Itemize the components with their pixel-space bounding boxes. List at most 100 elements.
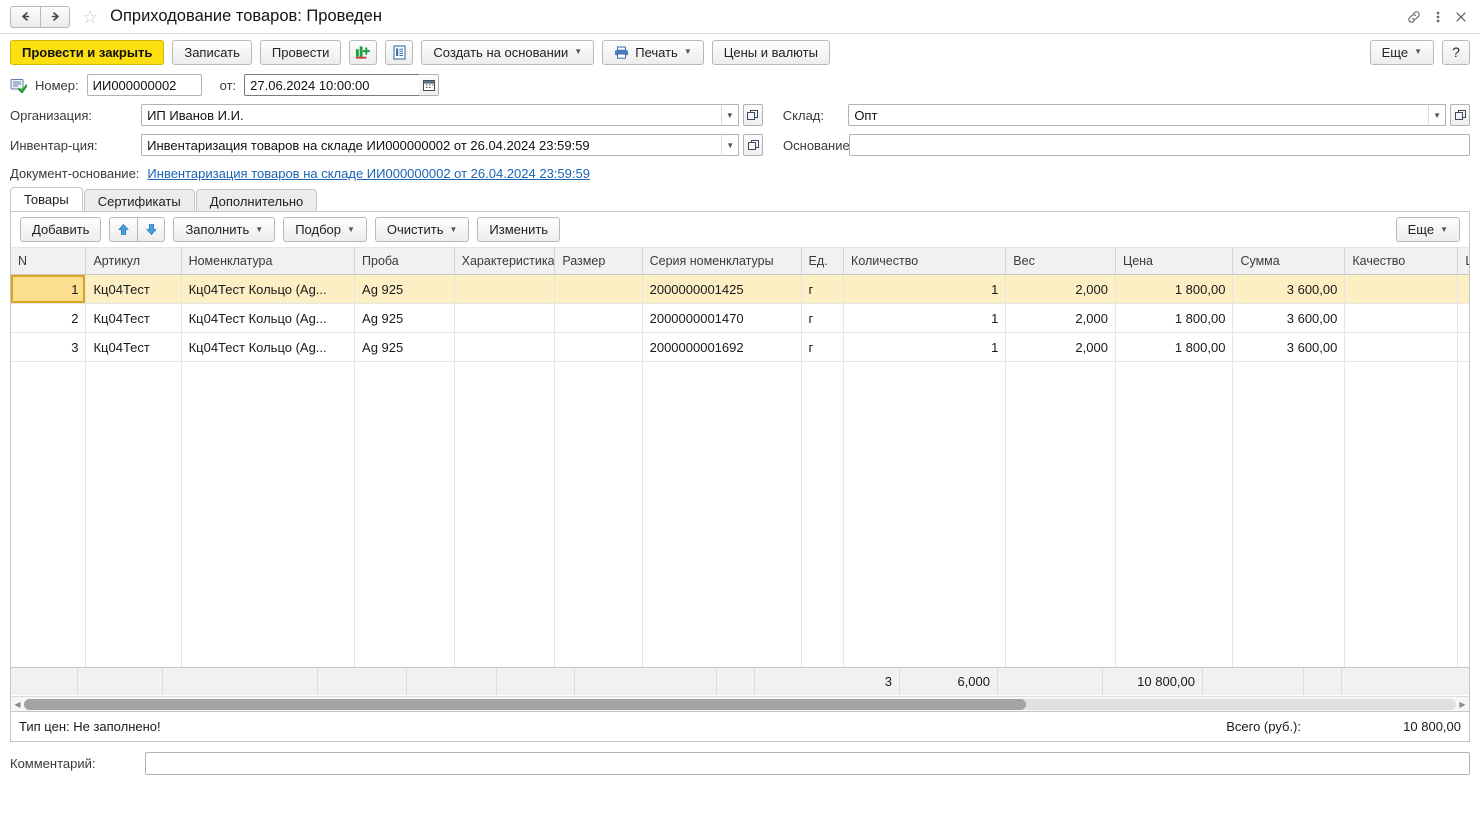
scrollbar-track[interactable] [24, 698, 1456, 710]
cell-weight[interactable]: 2,000 [1005, 303, 1116, 333]
write-button[interactable]: Записать [172, 39, 252, 65]
column-header-assay[interactable]: Проба [354, 247, 455, 275]
table-row[interactable]: 1 Кц04Тест Кц04Тест Кольцо (Ag... Ag 925… [11, 274, 1469, 304]
back-button[interactable] [10, 5, 40, 28]
favorite-star-icon[interactable]: ☆ [82, 8, 98, 26]
cell-assay[interactable]: Ag 925 [354, 274, 455, 304]
organization-open-button[interactable] [742, 104, 763, 126]
prices-currencies-button[interactable]: Цены и валюты [711, 39, 830, 65]
post-and-close-button[interactable]: Провести и закрыть [10, 39, 165, 65]
warehouse-field[interactable]: ▼ [848, 104, 1447, 126]
cell-sum[interactable]: 3 600,00 [1232, 303, 1346, 333]
cell-nomenclature[interactable]: Кц04Тест Кольцо (Ag... [181, 274, 356, 304]
organization-input[interactable] [141, 104, 721, 126]
cell-barcode[interactable] [1457, 303, 1469, 333]
scrollbar-thumb[interactable] [24, 698, 1027, 710]
cell-unit[interactable]: г [801, 332, 845, 362]
cell-series[interactable]: 2000000001692 [642, 332, 802, 362]
comment-input[interactable] [145, 752, 1470, 775]
cell-barcode[interactable] [1457, 332, 1469, 362]
cell-price[interactable]: 1 800,00 [1115, 274, 1234, 304]
cell-weight[interactable]: 2,000 [1005, 332, 1116, 362]
clear-button[interactable]: Очистить ▼ [374, 217, 470, 242]
cell-quality[interactable] [1344, 303, 1459, 333]
post-button[interactable]: Провести [259, 39, 342, 65]
create-based-on-button[interactable]: Создать на основании ▼ [421, 39, 595, 65]
calendar-icon[interactable] [419, 74, 440, 96]
table-more-button[interactable]: Еще ▼ [1395, 217, 1460, 242]
date-input[interactable] [244, 74, 420, 96]
column-header-n[interactable]: N [11, 247, 87, 275]
tab-additional[interactable]: Дополнительно [195, 189, 318, 212]
cell-nomenclature[interactable]: Кц04Тест Кольцо (Ag... [181, 332, 356, 362]
forward-button[interactable] [40, 5, 70, 28]
chevron-down-icon[interactable]: ▼ [1428, 104, 1447, 126]
pick-button[interactable]: Подбор ▼ [283, 217, 367, 242]
kebab-menu-icon[interactable] [1436, 9, 1440, 25]
scroll-left-icon[interactable]: ◀ [11, 700, 24, 709]
cell-sum[interactable]: 3 600,00 [1232, 274, 1346, 304]
cell-unit[interactable]: г [801, 303, 845, 333]
cell-assay[interactable]: Ag 925 [354, 332, 455, 362]
column-header-series[interactable]: Серия номенклатуры [642, 247, 802, 275]
cell-sum[interactable]: 3 600,00 [1232, 332, 1346, 362]
add-row-button[interactable]: Добавить [20, 217, 102, 242]
column-header-barcode[interactable]: ШК [1457, 247, 1469, 275]
close-icon[interactable] [1454, 10, 1468, 24]
link-icon[interactable] [1406, 9, 1422, 25]
warehouse-open-button[interactable] [1450, 104, 1470, 126]
inventory-open-button[interactable] [743, 134, 764, 156]
column-header-size[interactable]: Размер [554, 247, 643, 275]
cell-nomenclature[interactable]: Кц04Тест Кольцо (Ag... [181, 303, 356, 333]
cell-size[interactable] [554, 332, 643, 362]
column-header-sum[interactable]: Сумма [1232, 247, 1346, 275]
column-header-article[interactable]: Артикул [85, 247, 182, 275]
chevron-down-icon[interactable]: ▼ [721, 134, 740, 156]
cell-size[interactable] [554, 274, 643, 304]
cell-quantity[interactable]: 1 [843, 332, 1007, 362]
cell-quantity[interactable]: 1 [843, 303, 1007, 333]
cell-article[interactable]: Кц04Тест [85, 303, 182, 333]
cell-n[interactable]: 3 [11, 332, 87, 362]
cell-n[interactable]: 1 [11, 274, 87, 304]
number-input[interactable] [86, 74, 202, 96]
column-header-quality[interactable]: Качество [1344, 247, 1459, 275]
print-button[interactable]: Печать ▼ [602, 39, 704, 65]
table-row[interactable]: 3 Кц04Тест Кц04Тест Кольцо (Ag... Ag 925… [11, 332, 1469, 362]
scroll-right-icon[interactable]: ▶ [1456, 700, 1469, 709]
fill-button[interactable]: Заполнить ▼ [173, 217, 276, 242]
cell-article[interactable]: Кц04Тест [85, 332, 182, 362]
cell-characteristic[interactable] [454, 332, 556, 362]
inventory-field[interactable]: ▼ [141, 134, 740, 156]
column-header-nomenclature[interactable]: Номенклатура [181, 247, 356, 275]
cell-barcode[interactable] [1457, 274, 1469, 304]
column-header-weight[interactable]: Вес [1005, 247, 1116, 275]
change-button[interactable]: Изменить [477, 217, 561, 242]
more-button[interactable]: Еще ▼ [1369, 39, 1434, 65]
cell-unit[interactable]: г [801, 274, 845, 304]
chevron-down-icon[interactable]: ▼ [720, 104, 739, 126]
cell-price[interactable]: 1 800,00 [1115, 332, 1234, 362]
cell-characteristic[interactable] [454, 303, 556, 333]
inventory-input[interactable] [141, 134, 722, 156]
movements-button[interactable] [385, 39, 414, 65]
help-button[interactable]: ? [1442, 39, 1470, 65]
warehouse-input[interactable] [848, 104, 1429, 126]
report-button[interactable] [349, 39, 378, 65]
tab-goods[interactable]: Товары [10, 187, 83, 211]
cell-series[interactable]: 2000000001470 [642, 303, 802, 333]
basis-document-link[interactable]: Инвентаризация товаров на складе ИИ00000… [147, 166, 590, 181]
cell-n[interactable]: 2 [11, 303, 87, 333]
arrow-down-icon[interactable] [137, 217, 166, 242]
cell-assay[interactable]: Ag 925 [354, 303, 455, 333]
arrow-up-icon[interactable] [109, 217, 138, 242]
cell-quality[interactable] [1344, 332, 1459, 362]
column-header-price[interactable]: Цена [1115, 247, 1234, 275]
cell-quantity[interactable]: 1 [843, 274, 1007, 304]
table-row[interactable]: 2 Кц04Тест Кц04Тест Кольцо (Ag... Ag 925… [11, 303, 1469, 333]
organization-field[interactable]: ▼ [141, 104, 739, 126]
goods-grid-scroll-area[interactable]: N Артикул Номенклатура Проба Характерист… [11, 247, 1469, 691]
cell-size[interactable] [554, 303, 643, 333]
cell-series[interactable]: 2000000001425 [642, 274, 802, 304]
cell-characteristic[interactable] [454, 274, 556, 304]
